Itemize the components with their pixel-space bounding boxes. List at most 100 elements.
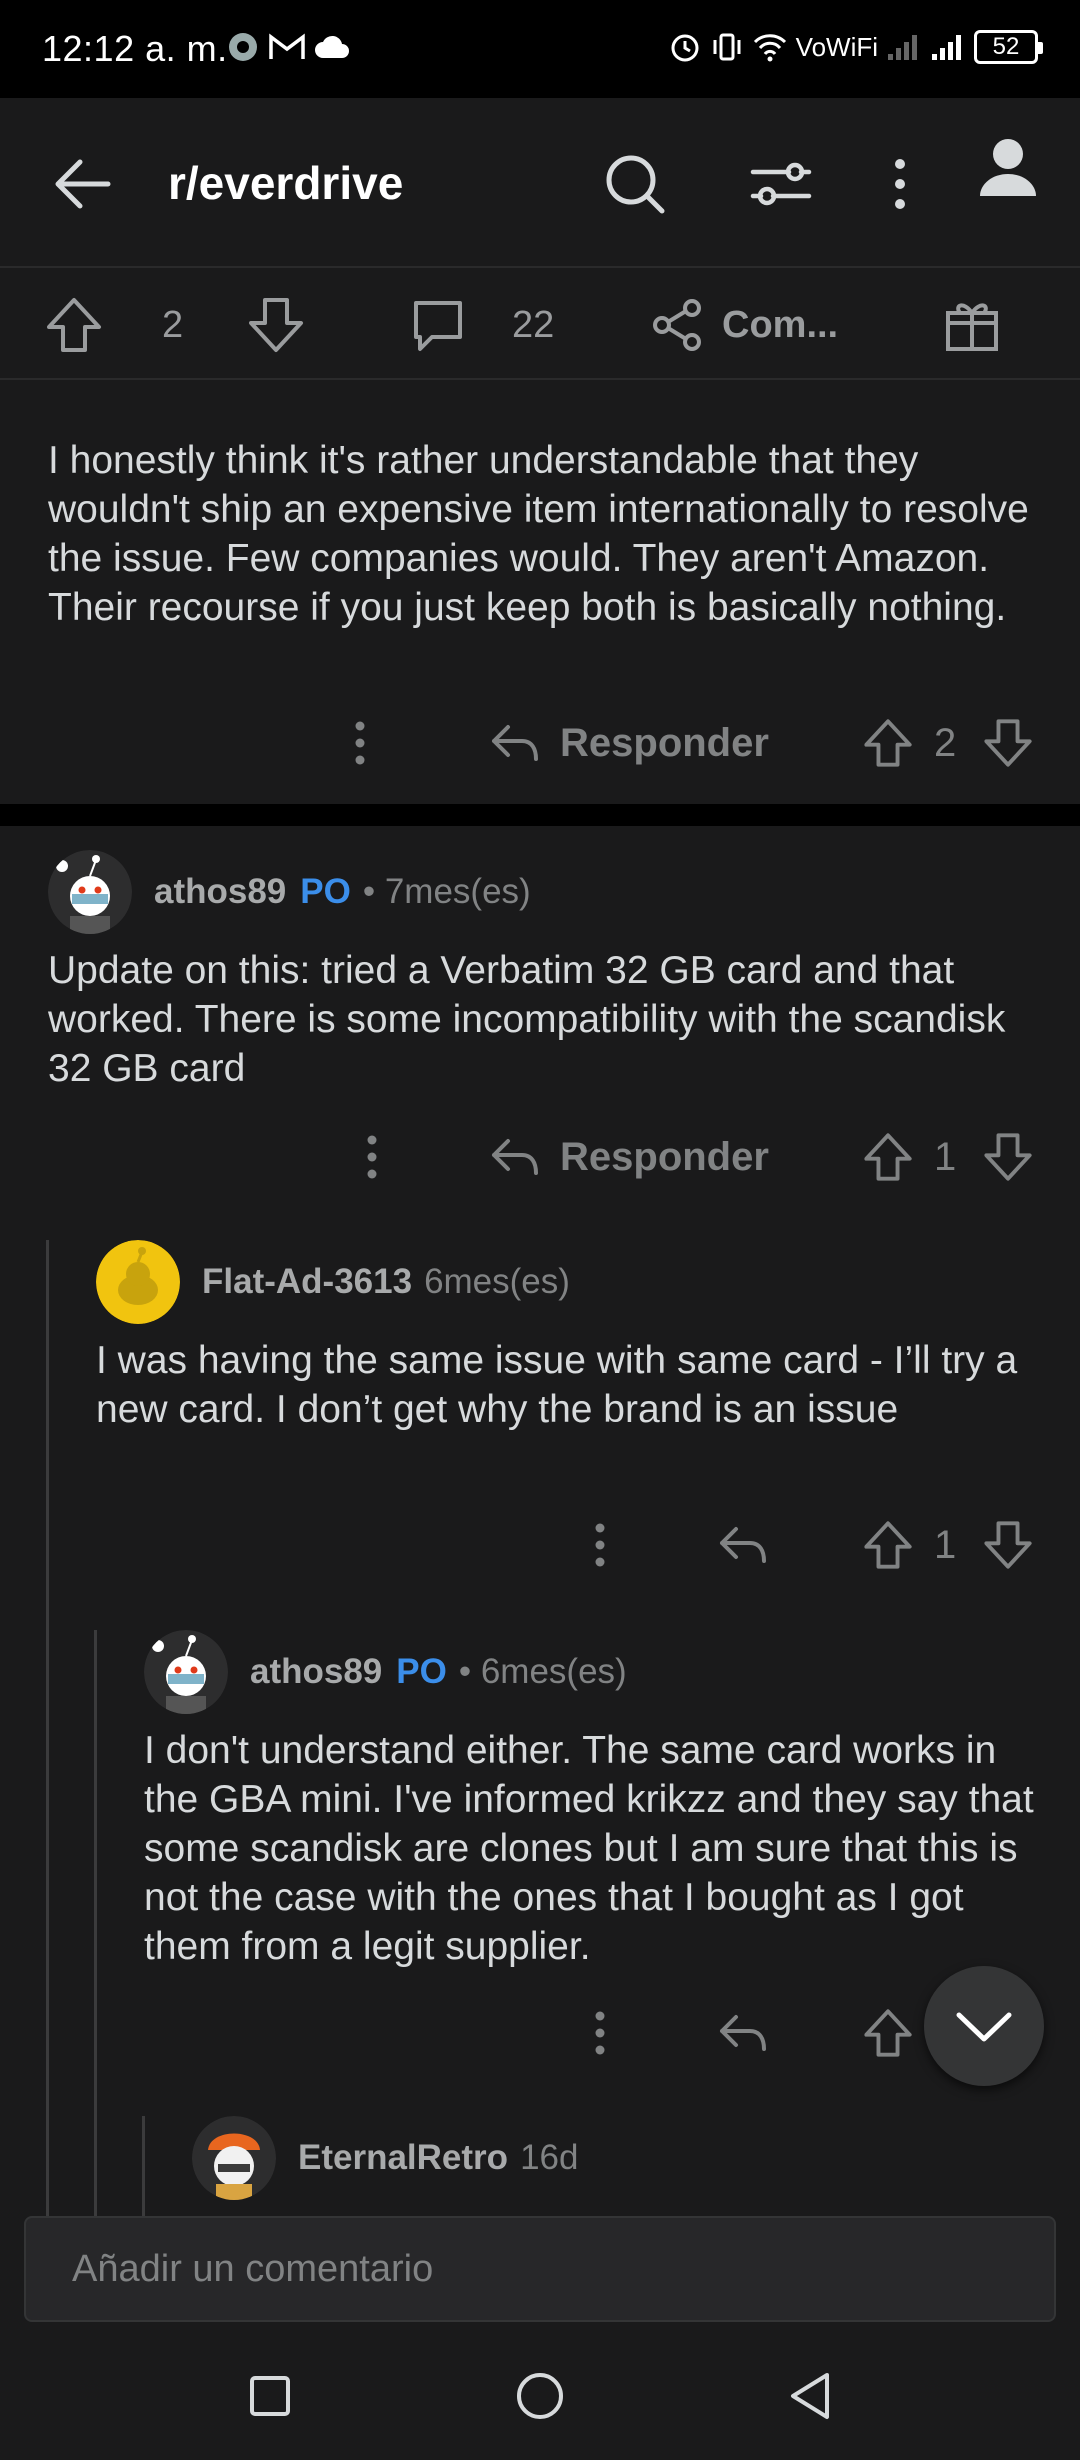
- comment-more-button[interactable]: [594, 1998, 606, 2068]
- share-icon: [653, 299, 701, 351]
- comment-body: Update on this: tried a Verbatim 32 GB c…: [48, 949, 1006, 1090]
- cloud-icon: [315, 35, 349, 58]
- comment-separator: [0, 804, 1080, 826]
- upvote-button[interactable]: [862, 708, 914, 778]
- thread-line[interactable]: [46, 1240, 49, 2216]
- post-upvote-button[interactable]: [44, 268, 104, 382]
- op-badge: PO: [396, 1652, 447, 1691]
- upvote-icon: [47, 298, 101, 352]
- more-vert-icon: [355, 721, 365, 765]
- alarm-icon: [671, 34, 699, 62]
- reply-icon: [720, 1527, 766, 1563]
- downvote-button[interactable]: [982, 708, 1034, 778]
- comments-list: I honestly think it's rather understanda…: [0, 380, 1080, 2216]
- more-vert-icon: [595, 1523, 605, 1567]
- post-share-button[interactable]: Com...: [648, 268, 838, 382]
- status-notification-icons: [226, 30, 350, 64]
- reply-button[interactable]: Responder: [490, 1122, 769, 1192]
- home-button[interactable]: [480, 2332, 600, 2460]
- downvote-icon: [984, 1521, 1032, 1569]
- recents-icon: [250, 2376, 290, 2416]
- reply-button[interactable]: Responder: [490, 708, 769, 778]
- post-comments-button[interactable]: [408, 268, 468, 382]
- profile-icon[interactable]: [970, 124, 1046, 208]
- share-label: Com...: [722, 303, 839, 346]
- comment-icon: [414, 301, 462, 351]
- downvote-icon: [249, 298, 303, 352]
- comment-actions: Responder 1: [0, 1122, 1080, 1192]
- battery-indicator: 52: [974, 30, 1043, 64]
- username[interactable]: Flat-Ad-3613: [202, 1262, 412, 1302]
- status-system-icons: VoWiFi 52: [668, 30, 1043, 64]
- app-bar: r/everdrive: [0, 98, 1080, 266]
- comment-age: 16d: [520, 2138, 579, 2177]
- battery-level: 52: [992, 33, 1020, 60]
- reply-label: Responder: [560, 720, 769, 765]
- username[interactable]: EternalRetro: [298, 2138, 508, 2178]
- post-action-bar: 2 22 Com...: [0, 266, 1080, 380]
- post-award-button[interactable]: [942, 268, 1002, 382]
- signal-icon-1: [888, 35, 917, 60]
- thread-line[interactable]: [94, 1630, 97, 2216]
- upvote-icon: [864, 719, 912, 767]
- upvote-button[interactable]: [862, 1122, 914, 1192]
- back-arrow-icon[interactable]: [40, 142, 124, 226]
- reply-icon: [492, 1139, 538, 1175]
- vote-count: 2: [934, 720, 957, 765]
- reply-button[interactable]: [718, 1510, 768, 1580]
- upvote-button[interactable]: [862, 1998, 914, 2068]
- upvote-icon: [864, 1133, 912, 1181]
- comment-header: athos89 PO • 7mes(es): [48, 850, 531, 934]
- subreddit-title[interactable]: r/everdrive: [168, 156, 403, 210]
- reply-button[interactable]: [718, 1998, 768, 2068]
- upvote-button[interactable]: [862, 1510, 914, 1580]
- downvote-icon: [984, 719, 1032, 767]
- op-badge: PO: [300, 872, 351, 911]
- comment-body: I was having the same issue with same ca…: [96, 1339, 1018, 1431]
- comment-header: Flat-Ad-3613 6mes(es): [96, 1240, 570, 1324]
- comment-more-button[interactable]: [354, 708, 366, 778]
- award-icon: [946, 303, 998, 351]
- comment-body: I don't understand either. The same card…: [144, 1729, 1034, 1968]
- status-bar: 12:12 a. m. VoWiFi 52: [0, 0, 1080, 98]
- comment-more-button[interactable]: [366, 1122, 378, 1192]
- back-button[interactable]: [750, 2332, 870, 2460]
- thread-line[interactable]: [142, 2116, 145, 2216]
- vpn-globe-icon: [229, 33, 257, 61]
- comment-age: • 6mes(es): [458, 1652, 627, 1691]
- vote-count: 1: [934, 1522, 957, 1567]
- comment-actions: Responder 2: [0, 708, 1080, 778]
- reply-icon: [720, 2015, 766, 2051]
- back-icon: [791, 2373, 829, 2419]
- avatar[interactable]: [96, 1240, 180, 1324]
- signal-icon-2: [932, 35, 961, 60]
- post-downvote-button[interactable]: [246, 268, 306, 382]
- comment-header: athos89 PO • 6mes(es): [144, 1630, 627, 1714]
- system-nav-bar: [0, 2332, 1080, 2460]
- avatar[interactable]: [192, 2116, 276, 2200]
- comment-input[interactable]: Añadir un comentario: [24, 2216, 1056, 2322]
- search-icon[interactable]: [590, 142, 680, 226]
- upvote-icon: [864, 1521, 912, 1569]
- recents-button[interactable]: [210, 2332, 330, 2460]
- downvote-icon: [984, 1133, 1032, 1181]
- upvote-icon: [864, 2009, 912, 2057]
- more-vert-icon[interactable]: [872, 142, 928, 226]
- wifi-icon: [753, 34, 786, 62]
- comment-more-button[interactable]: [594, 1510, 606, 1580]
- comment-actions: [0, 1998, 1080, 2068]
- downvote-button[interactable]: [982, 1122, 1034, 1192]
- filter-icon[interactable]: [736, 142, 826, 226]
- username[interactable]: athos89: [250, 1652, 382, 1692]
- avatar[interactable]: [144, 1630, 228, 1714]
- comment-composer: Añadir un comentario: [0, 2216, 1080, 2332]
- downvote-button[interactable]: [982, 1510, 1034, 1580]
- status-time: 12:12 a. m.: [42, 28, 228, 69]
- home-icon: [517, 2373, 563, 2419]
- reply-icon: [492, 725, 538, 761]
- reply-label: Responder: [560, 1134, 769, 1179]
- more-vert-icon: [595, 2011, 605, 2055]
- next-comment-button[interactable]: [924, 1966, 1044, 2086]
- username[interactable]: athos89: [154, 872, 286, 912]
- avatar[interactable]: [48, 850, 132, 934]
